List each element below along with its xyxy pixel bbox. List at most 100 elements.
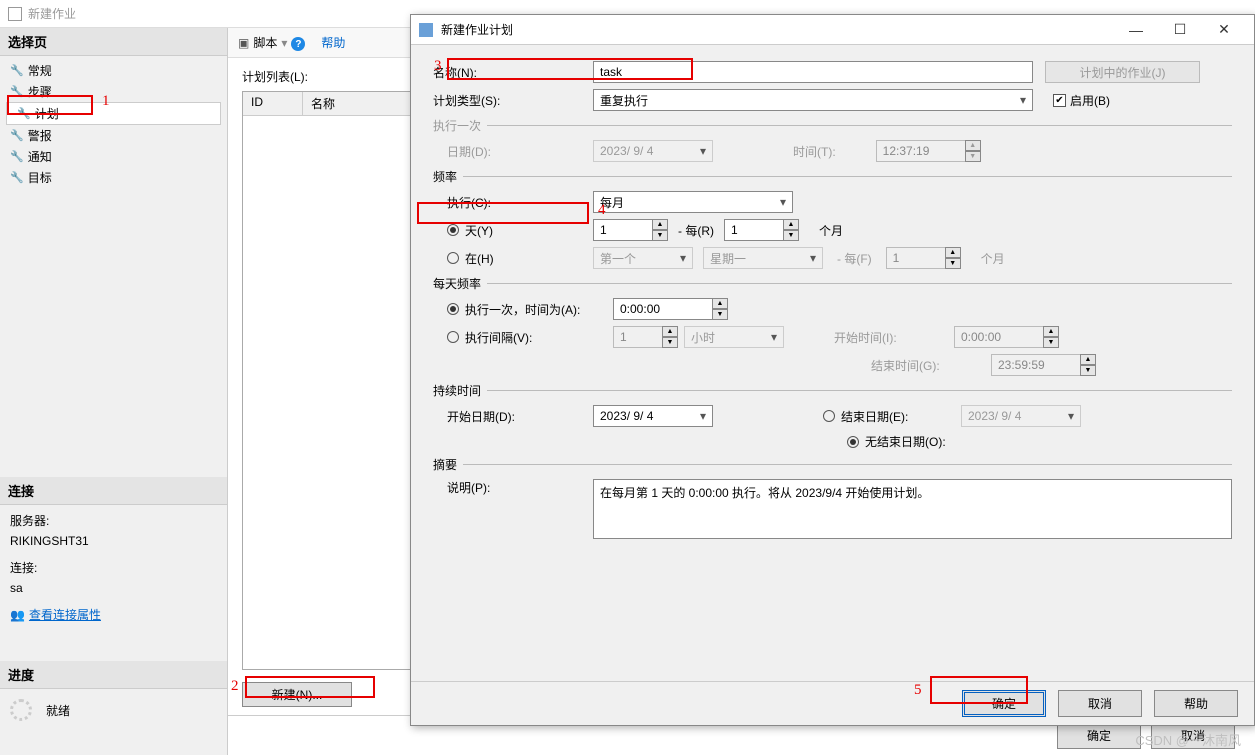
dlg-title: 新建作业计划 bbox=[441, 21, 513, 38]
spin-up-icon: ▲ bbox=[662, 326, 678, 337]
day-radio[interactable] bbox=[447, 224, 459, 236]
spin-down-icon: ▼ bbox=[945, 258, 961, 269]
spin-down-icon[interactable]: ▼ bbox=[712, 309, 728, 320]
exec-select[interactable]: 每月 bbox=[593, 191, 793, 213]
dialog-icon bbox=[419, 23, 433, 37]
bg-title: 新建作业 bbox=[28, 5, 76, 22]
duration-group: 持续时间 开始日期(D): 2023/ 9/ 4 结束日期(E): 2023/ … bbox=[433, 390, 1232, 450]
end-time-input: 23:59:59 bbox=[991, 354, 1081, 376]
script-icon: ▣ bbox=[238, 36, 249, 50]
name-input[interactable]: task bbox=[593, 61, 1033, 83]
maximize-button[interactable]: ☐ bbox=[1158, 16, 1202, 44]
once-time-input: 12:37:19 bbox=[876, 140, 966, 162]
desc-textarea[interactable]: 在每月第 1 天的 0:00:00 执行。将从 2023/9/4 开始使用计划。 bbox=[593, 479, 1232, 539]
col-id: ID bbox=[243, 92, 303, 115]
sidebar-item-general[interactable]: 🔧常规 bbox=[0, 60, 227, 81]
day-value-input[interactable]: 1 bbox=[593, 219, 653, 241]
conn-value: sa bbox=[10, 578, 217, 598]
sidebar-item-alerts[interactable]: 🔧警报 bbox=[0, 125, 227, 146]
every-r-input[interactable]: 1 bbox=[724, 219, 784, 241]
frequency-group: 频率 执行(C): 每月 天(Y) 1▲▼ - 每(R) 1▲▼ 个月 在(H) bbox=[433, 176, 1232, 269]
dlg-help-button[interactable]: 帮助 bbox=[1154, 690, 1238, 717]
ordinal-select: 第一个 bbox=[593, 247, 693, 269]
minimize-button[interactable]: — bbox=[1114, 16, 1158, 44]
wrench-icon: 🔧 bbox=[10, 64, 24, 77]
people-icon: 👥 bbox=[10, 608, 25, 622]
app-icon bbox=[8, 7, 22, 21]
wrench-icon: 🔧 bbox=[10, 150, 24, 163]
progress-box: 就绪 bbox=[0, 689, 227, 731]
dlg-cancel-button[interactable]: 取消 bbox=[1058, 690, 1142, 717]
wrench-icon: 🔧 bbox=[17, 107, 31, 120]
end-time-label: 结束时间(G): bbox=[871, 357, 991, 374]
enable-checkbox[interactable]: ✔ 启用(B) bbox=[1053, 92, 1110, 109]
start-date-label: 开始日期(D): bbox=[433, 408, 593, 425]
interval-input: 1 bbox=[613, 326, 663, 348]
type-label: 计划类型(S): bbox=[433, 92, 593, 109]
once-date-label: 日期(D): bbox=[433, 143, 593, 160]
wrench-icon: 🔧 bbox=[10, 85, 24, 98]
spin-down-icon: ▼ bbox=[662, 337, 678, 348]
spin-up-icon[interactable]: ▲ bbox=[652, 219, 668, 230]
progress-text: 就绪 bbox=[46, 702, 70, 719]
progress-spinner-icon bbox=[10, 699, 32, 721]
start-time-input: 0:00:00 bbox=[954, 326, 1044, 348]
select-page-header: 选择页 bbox=[0, 28, 227, 56]
once-at-input[interactable]: 0:00:00 bbox=[613, 298, 713, 320]
run-once-group: 执行一次 日期(D): 2023/ 9/ 4 时间(T): 12:37:19▲▼ bbox=[433, 125, 1232, 162]
no-end-date-radio[interactable] bbox=[847, 436, 859, 448]
close-button[interactable]: ✕ bbox=[1202, 16, 1246, 44]
end-date-input: 2023/ 9/ 4 bbox=[961, 405, 1081, 427]
wrench-icon: 🔧 bbox=[10, 171, 24, 184]
connection-box: 服务器: RIKINGSHT31 连接: sa 👥查看连接属性 bbox=[0, 505, 227, 631]
script-button[interactable]: 脚本 bbox=[253, 34, 277, 51]
sidebar-item-steps[interactable]: 🔧步骤 bbox=[0, 81, 227, 102]
spin-down-icon: ▼ bbox=[1080, 365, 1096, 376]
jobs-in-plan-button: 计划中的作业(J) bbox=[1045, 61, 1200, 83]
once-at-radio[interactable] bbox=[447, 303, 459, 315]
spin-down-icon: ▼ bbox=[965, 151, 981, 162]
start-time-label: 开始时间(I): bbox=[834, 329, 954, 346]
summary-group: 摘要 说明(P): 在每月第 1 天的 0:00:00 执行。将从 2023/9… bbox=[433, 464, 1232, 539]
dlg-footer: 确定 取消 帮助 bbox=[411, 681, 1254, 725]
spin-up-icon[interactable]: ▲ bbox=[712, 298, 728, 309]
progress-header: 进度 bbox=[0, 661, 227, 689]
connection-header: 连接 bbox=[0, 477, 227, 505]
spin-up-icon: ▲ bbox=[945, 247, 961, 258]
sidebar-item-targets[interactable]: 🔧目标 bbox=[0, 167, 227, 188]
view-conn-props-link[interactable]: 查看连接属性 bbox=[29, 608, 101, 622]
once-date-input: 2023/ 9/ 4 bbox=[593, 140, 713, 162]
new-schedule-button[interactable]: 新建(N)... bbox=[242, 682, 352, 707]
dlg-ok-button[interactable]: 确定 bbox=[962, 690, 1046, 717]
spin-down-icon: ▼ bbox=[1043, 337, 1059, 348]
interval-radio[interactable] bbox=[447, 331, 459, 343]
sidebar-item-schedules[interactable]: 🔧计划 bbox=[6, 102, 221, 125]
bg-ok-button[interactable]: 确定 bbox=[1057, 722, 1141, 749]
server-label: 服务器: bbox=[10, 511, 217, 531]
spin-up-icon: ▲ bbox=[965, 140, 981, 151]
type-select[interactable]: 重复执行 bbox=[593, 89, 1033, 111]
exec-label: 执行(C): bbox=[433, 194, 593, 211]
start-date-input[interactable]: 2023/ 9/ 4 bbox=[593, 405, 713, 427]
help-icon: ? bbox=[291, 37, 305, 51]
dlg-titlebar: 新建作业计划 — ☐ ✕ bbox=[411, 15, 1254, 45]
every-f-input: 1 bbox=[886, 247, 946, 269]
spin-up-icon[interactable]: ▲ bbox=[783, 219, 799, 230]
sidebar-item-notify[interactable]: 🔧通知 bbox=[0, 146, 227, 167]
once-time-label: 时间(T): bbox=[793, 143, 836, 160]
watermark: CSDN @一沐南风 bbox=[1135, 730, 1241, 749]
end-date-radio[interactable] bbox=[823, 410, 835, 422]
wrench-icon: 🔧 bbox=[10, 129, 24, 142]
help-button[interactable]: ?帮助 bbox=[291, 34, 345, 52]
name-label: 名称(N): bbox=[433, 64, 593, 81]
sidebar: 选择页 🔧常规 🔧步骤 🔧计划 🔧警报 🔧通知 🔧目标 连接 服务器: RIKI… bbox=[0, 28, 228, 755]
on-radio[interactable] bbox=[447, 252, 459, 264]
spin-down-icon[interactable]: ▼ bbox=[783, 230, 799, 241]
daily-frequency-group: 每天频率 执行一次，时间为(A): 0:00:00▲▼ 执行间隔(V): 1▲▼… bbox=[433, 283, 1232, 376]
new-schedule-dialog: 新建作业计划 — ☐ ✕ 名称(N): task 计划中的作业(J) 计划类型(… bbox=[410, 14, 1255, 726]
spin-up-icon: ▲ bbox=[1080, 354, 1096, 365]
server-value: RIKINGSHT31 bbox=[10, 531, 217, 551]
spin-down-icon[interactable]: ▼ bbox=[652, 230, 668, 241]
page-list: 🔧常规 🔧步骤 🔧计划 🔧警报 🔧通知 🔧目标 bbox=[0, 56, 227, 192]
interval-unit-select: 小时 bbox=[684, 326, 784, 348]
